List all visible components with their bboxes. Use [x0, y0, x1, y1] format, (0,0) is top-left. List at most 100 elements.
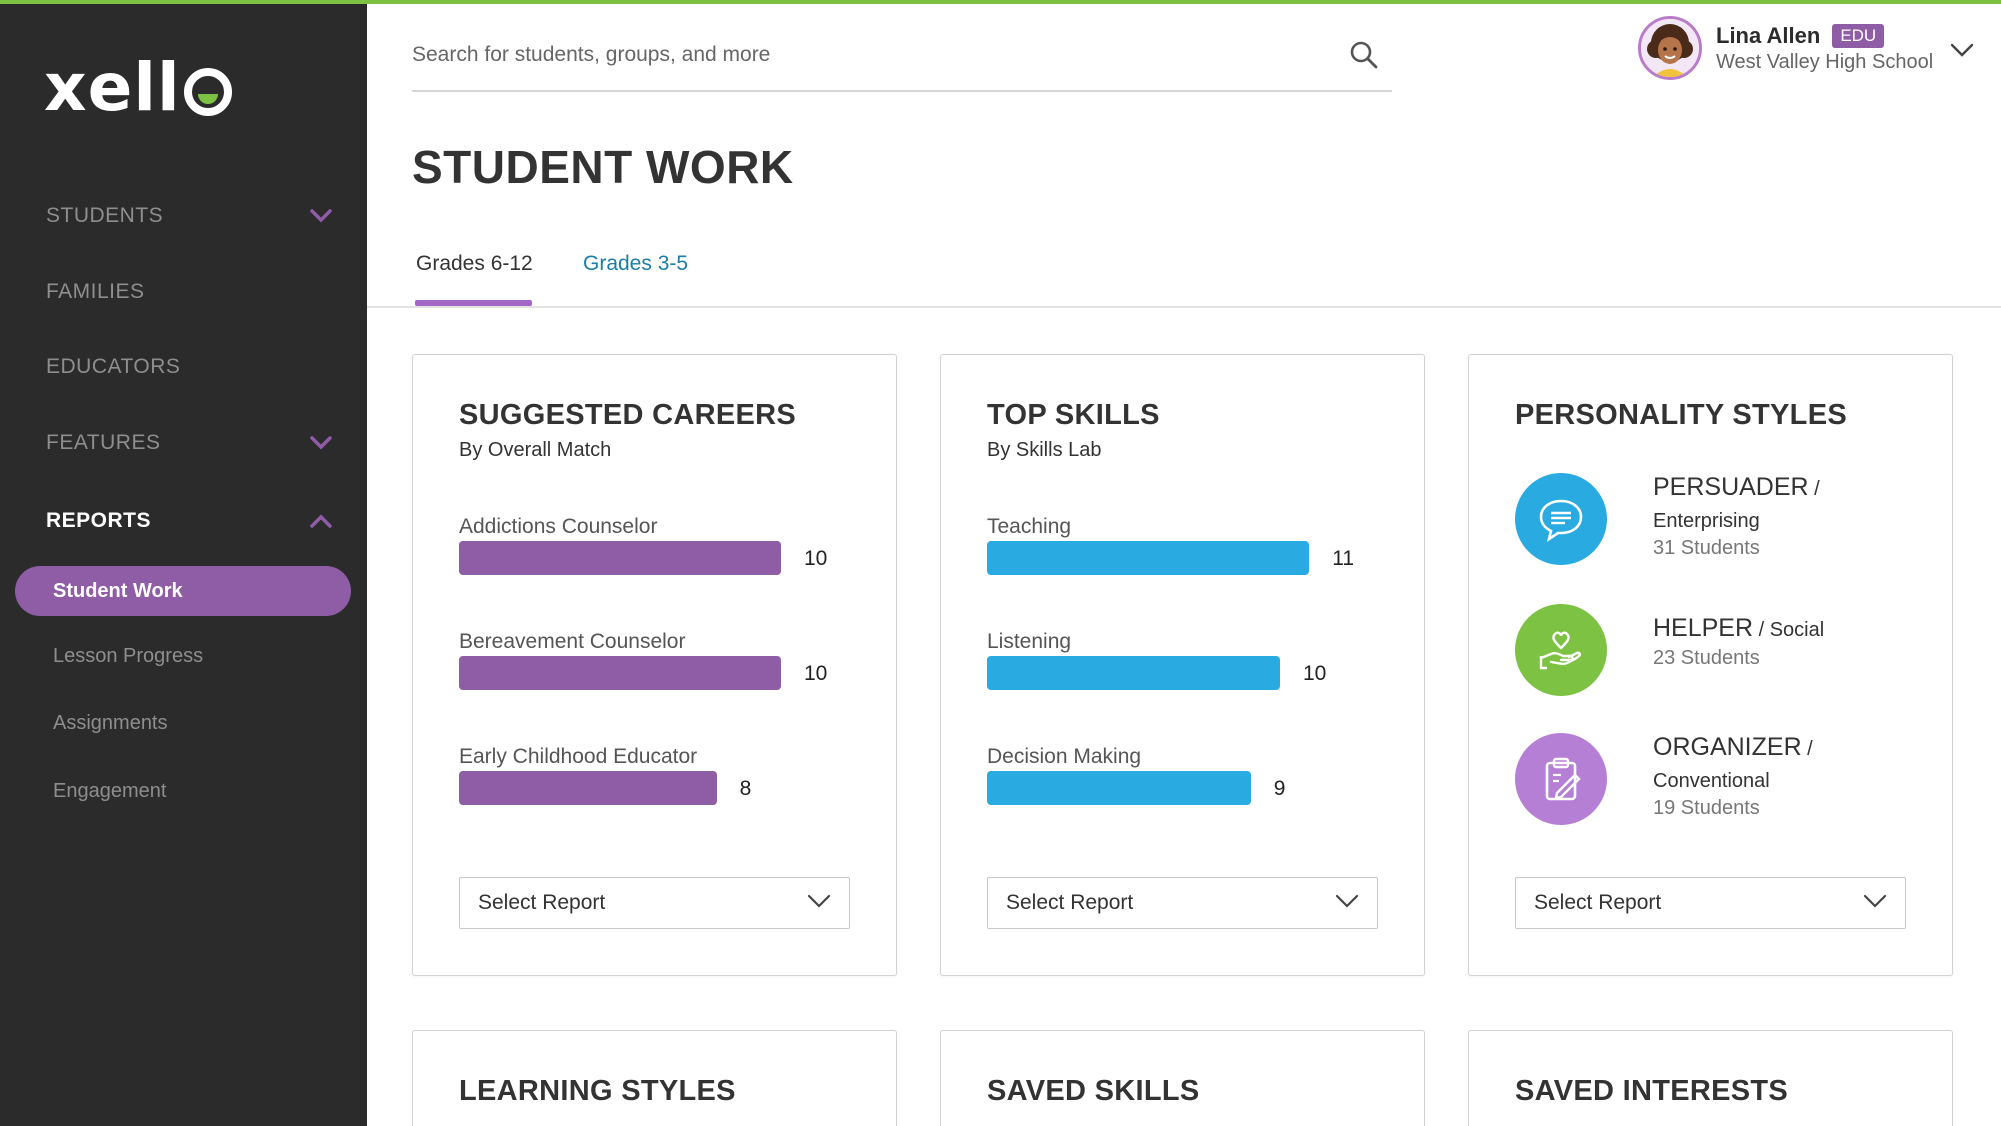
personality-item-persuader[interactable]: PERSUADER / Enterprising 31 Students — [1515, 473, 1925, 573]
bar — [987, 541, 1310, 575]
tabs-divider — [367, 306, 2001, 308]
bar-row: Listening 10 — [987, 630, 1387, 700]
personality-count: 23 Students — [1653, 647, 1760, 669]
personality-separator: / — [1808, 478, 1820, 500]
bar-value: 8 — [739, 777, 752, 800]
search-bar — [412, 20, 1392, 92]
select-label: Select Report — [1006, 891, 1134, 914]
personality-separator: / — [1753, 619, 1770, 641]
select-report-dropdown[interactable]: Select Report — [1515, 877, 1906, 929]
personality-separator: / — [1801, 738, 1813, 760]
select-label: Select Report — [478, 891, 606, 914]
sidebar-subitem-engagement[interactable]: Engagement — [53, 780, 166, 803]
user-profile[interactable]: Lina Allen EDU West Valley High School — [1638, 16, 1933, 80]
bar-value: 11 — [1332, 547, 1355, 570]
sidebar-item-label: FEATURES — [46, 431, 161, 454]
personality-item-helper[interactable]: HELPER / Social 23 Students — [1515, 604, 1925, 704]
sidebar-item-label: STUDENTS — [46, 204, 164, 227]
card-title: SAVED SKILLS — [987, 1075, 1200, 1107]
user-school: West Valley High School — [1716, 50, 1934, 73]
chevron-down-icon — [1335, 891, 1359, 915]
bar — [459, 656, 781, 690]
bar — [987, 656, 1280, 690]
card-title: SUGGESTED CAREERS — [459, 399, 797, 431]
sidebar-item-students[interactable]: STUDENTS — [46, 196, 346, 236]
personality-count: 19 Students — [1653, 797, 1760, 819]
bar-value: 10 — [804, 662, 828, 685]
personality-category: Social — [1769, 619, 1825, 641]
bar-label: Decision Making — [987, 745, 1142, 768]
suggested-careers-card: SUGGESTED CAREERS By Overall Match Addic… — [412, 354, 897, 976]
personality-name: HELPER — [1653, 614, 1754, 642]
sidebar-subitem-student-work[interactable]: Student Work — [15, 566, 351, 616]
sidebar-subitem-assignments[interactable]: Assignments — [53, 712, 168, 735]
tab-grades-3-5[interactable]: Grades 3-5 — [583, 252, 688, 276]
heart-hand-icon — [1515, 604, 1607, 696]
avatar — [1638, 16, 1702, 80]
top-skills-card: TOP SKILLS By Skills Lab Teaching 11 Liste… — [940, 354, 1425, 976]
role-badge: EDU — [1832, 23, 1885, 48]
bar — [459, 771, 717, 805]
page-title: STUDENT WORK — [412, 141, 794, 193]
search-input[interactable] — [412, 43, 1292, 67]
card-title: LEARNING STYLES — [459, 1075, 736, 1107]
bar-value: 10 — [1303, 662, 1327, 685]
sidebar-subitem-lesson-progress[interactable]: Lesson Progress — [53, 645, 203, 668]
bar-row: Early Childhood Educator 8 — [459, 745, 859, 815]
bar-row: Teaching 11 — [987, 515, 1387, 585]
select-label: Select Report — [1534, 891, 1662, 914]
search-icon[interactable] — [1344, 35, 1384, 75]
bar-label: Early Childhood Educator — [459, 745, 698, 768]
chevron-down-icon[interactable] — [1948, 36, 1976, 64]
sidebar-item-families[interactable]: FAMILIES — [46, 272, 346, 312]
card-title: PERSONALITY STYLES — [1515, 399, 1847, 431]
card-title: SAVED INTERESTS — [1515, 1075, 1789, 1107]
chevron-down-icon — [1863, 891, 1887, 915]
bar-value: 10 — [804, 547, 828, 570]
sidebar-item-label: REPORTS — [46, 509, 152, 532]
sidebar-item-label: FAMILIES — [46, 280, 145, 303]
bar-label: Teaching — [987, 515, 1072, 538]
card-subtitle: By Overall Match — [459, 439, 612, 461]
tab-grades-6-12[interactable]: Grades 6-12 — [416, 252, 533, 276]
bar — [459, 541, 781, 575]
select-report-dropdown[interactable]: Select Report — [459, 877, 850, 929]
bar-label: Listening — [987, 630, 1072, 653]
personality-name: ORGANIZER — [1653, 733, 1802, 761]
bar — [987, 771, 1251, 805]
sidebar-item-educators[interactable]: EDUCATORS — [46, 347, 346, 387]
personality-count: 31 Students — [1653, 537, 1760, 559]
bar-row: Addictions Counselor 10 — [459, 515, 859, 585]
sidebar-item-reports[interactable]: REPORTS — [46, 501, 346, 541]
sidebar-item-label: EDUCATORS — [46, 355, 181, 378]
chevron-down-icon — [310, 205, 332, 227]
speech-bubble-icon — [1515, 473, 1607, 565]
bar-label: Addictions Counselor — [459, 515, 658, 538]
logo-o-mark — [183, 68, 232, 116]
card-subtitle: By Skills Lab — [987, 439, 1102, 461]
personality-category: Enterprising — [1653, 510, 1760, 532]
personality-category: Conventional — [1653, 770, 1770, 792]
bar-row: Decision Making 9 — [987, 745, 1387, 815]
saved-skills-card: SAVED SKILLS — [940, 1030, 1425, 1126]
learning-styles-card: LEARNING STYLES — [412, 1030, 897, 1126]
chevron-up-icon — [310, 510, 332, 532]
logo-text: xell — [44, 49, 181, 126]
top-accent-line — [0, 0, 2001, 4]
sidebar-item-features[interactable]: FEATURES — [46, 423, 346, 463]
select-report-dropdown[interactable]: Select Report — [987, 877, 1378, 929]
xello-logo[interactable]: xell — [44, 49, 232, 126]
chevron-down-icon — [310, 432, 332, 454]
user-name: Lina Allen — [1716, 22, 1821, 48]
bar-value: 9 — [1273, 777, 1286, 800]
saved-interests-card: SAVED INTERESTS — [1468, 1030, 1953, 1126]
chevron-down-icon — [807, 891, 831, 915]
sidebar: xell STUDENTS FAMILIES EDUCATORS FEATURE… — [0, 0, 367, 1126]
card-title: TOP SKILLS — [987, 399, 1160, 431]
personality-name: PERSUADER — [1653, 473, 1809, 501]
bar-row: Bereavement Counselor 10 — [459, 630, 859, 700]
clipboard-icon — [1515, 733, 1607, 825]
personality-styles-card: PERSONALITY STYLES PERSUADER / Enterpris… — [1468, 354, 1953, 976]
bar-label: Bereavement Counselor — [459, 630, 686, 653]
personality-item-organizer[interactable]: ORGANIZER / Conventional 19 Students — [1515, 733, 1925, 833]
